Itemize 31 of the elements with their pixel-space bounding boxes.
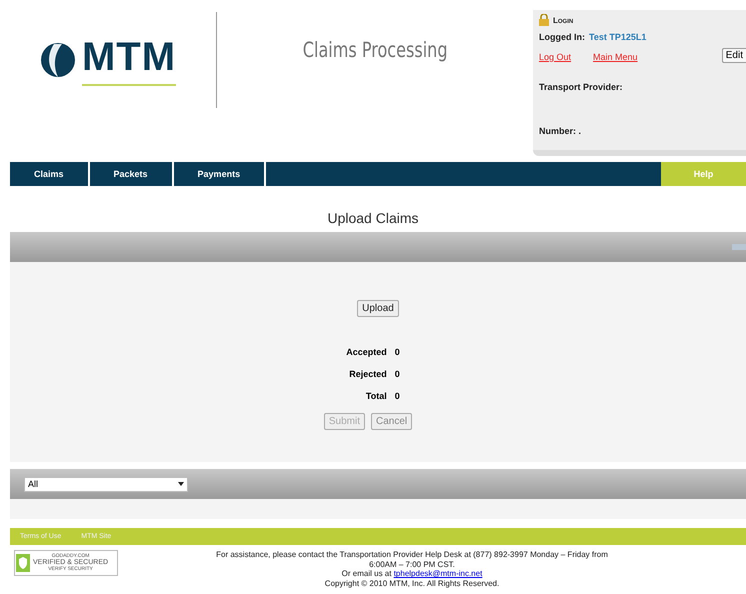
filter-select[interactable]: All	[24, 476, 188, 492]
count-value: 0	[394, 391, 400, 401]
nav-tab[interactable]: Payments	[174, 162, 266, 186]
edit-button[interactable]: Edit	[722, 48, 746, 63]
count-label: Total	[364, 391, 387, 401]
user-name: Test TP125L1	[589, 32, 646, 42]
nav-tab[interactable]: Claims	[10, 162, 90, 186]
shield-icon	[16, 554, 30, 572]
padlock-icon	[539, 14, 549, 26]
login-link[interactable]: Log Out	[539, 52, 572, 62]
email-prefix: Or email us at	[342, 569, 392, 578]
bar-icon[interactable]	[732, 244, 746, 250]
count-value: 0	[394, 369, 400, 379]
dropdown-caret-icon	[178, 482, 184, 486]
number-label: Number: .	[539, 126, 582, 136]
login-link[interactable]: Main Menu	[593, 52, 638, 62]
assistance-text: For assistance, please contact the Transportation Provider Help Desk at (877) 892-3997 Monday – Friday from 6:00AM – 7:00 PM CST.	[215, 550, 609, 570]
count-label: Rejected	[348, 369, 387, 379]
logged-in-label: Logged In:	[539, 32, 585, 42]
globe-icon	[40, 42, 76, 78]
nav-tab[interactable]: Packets	[90, 162, 174, 186]
email-link[interactable]: tphelpdesk@mtm-inc.net	[394, 569, 482, 578]
app-title: Claims Processing	[302, 38, 448, 62]
transport-provider-label: Transport Provider:	[539, 82, 624, 92]
login-title: Login	[553, 16, 574, 24]
count-value: 0	[394, 347, 400, 357]
count-label: Accepted	[346, 347, 387, 357]
page-title: Upload Claims	[326, 210, 420, 226]
upload-button[interactable]: Upload	[357, 300, 399, 317]
copyright-text: Copyright © 2010 MTM, Inc. All Rights Reserved.	[324, 578, 500, 588]
logo-text: MTM	[82, 34, 176, 86]
